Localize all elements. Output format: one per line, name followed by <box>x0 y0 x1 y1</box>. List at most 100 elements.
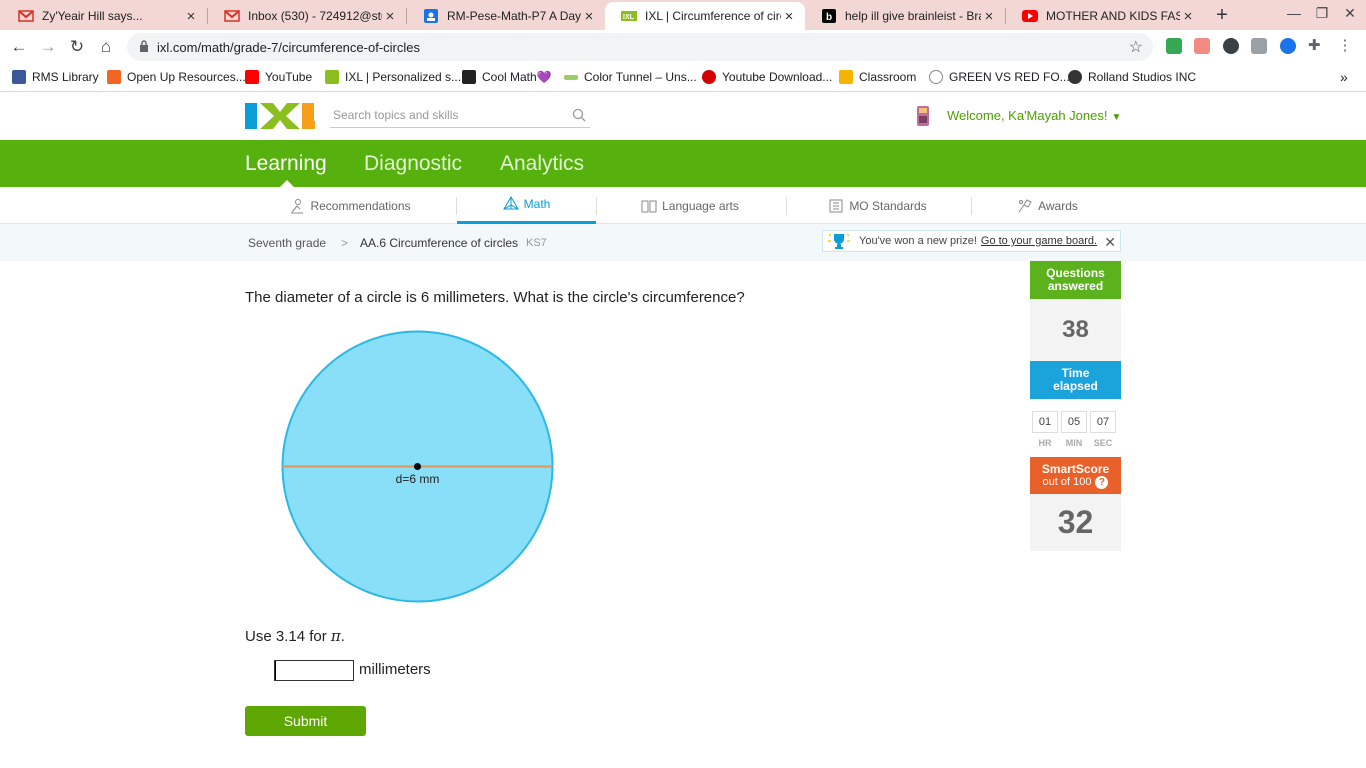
ixl-icon: IXL <box>621 8 637 24</box>
bookmark-star-icon[interactable]: ☆ <box>1129 37 1143 57</box>
circle-diagram: d=6 mm <box>281 330 554 603</box>
answer-input[interactable] <box>274 660 354 681</box>
bookmark-youtube-download[interactable]: Youtube Download... <box>702 69 832 85</box>
close-icon[interactable]: × <box>981 8 997 25</box>
pi-symbol: π <box>330 627 341 645</box>
back-arrow-icon[interactable]: ← <box>8 36 30 58</box>
subnav-mo-standards[interactable]: MO Standards <box>810 187 945 224</box>
extension-shield-icon[interactable] <box>1280 38 1296 54</box>
welcome-menu[interactable]: Welcome, Ka'Mayah Jones! ▼ <box>947 108 1121 123</box>
subnav-recommendations[interactable]: Recommendations <box>270 187 430 224</box>
ixl-logo[interactable] <box>245 103 315 129</box>
bookmarks-bar: RMS Library Open Up Resources... YouTube… <box>0 63 1366 92</box>
subnav-awards[interactable]: Awards <box>1000 187 1095 224</box>
tab-brainly[interactable]: b help ill give brainleist - Brainly × <box>805 2 1005 30</box>
bookmark-cool-math[interactable]: Cool Math💜 <box>462 69 552 85</box>
minimize-icon[interactable]: — <box>1284 5 1304 25</box>
timer-minutes: 05 <box>1061 411 1087 433</box>
bookmark-label: Youtube Download... <box>722 70 833 84</box>
tab-learning[interactable]: Learning <box>245 152 327 176</box>
bookmark-icon <box>1068 70 1082 84</box>
subnav-label: Language arts <box>662 198 739 213</box>
smartscore-header: SmartScore out of 100? <box>1030 457 1121 494</box>
bookmark-rms-library[interactable]: RMS Library <box>12 69 99 85</box>
extension-grey-icon[interactable] <box>1251 38 1267 54</box>
diameter-label: d=6 mm <box>396 472 440 486</box>
bookmark-ixl[interactable]: IXL | Personalized s... <box>325 69 461 85</box>
tab-label: IXL | Circumference of circles <box>645 9 781 23</box>
tab-label: Inbox (530) - 724912@studen <box>248 9 382 23</box>
close-icon[interactable]: × <box>183 8 199 25</box>
home-icon[interactable]: ⌂ <box>95 36 117 58</box>
tab-classroom[interactable]: RM-Pese-Math-P7 A Day: 11th × <box>407 2 605 30</box>
youtube-icon <box>1022 8 1038 24</box>
subject-nav: Recommendations Math Language arts MO St… <box>0 187 1366 224</box>
restore-icon[interactable]: ❐ <box>1312 5 1332 25</box>
tab-label: RM-Pese-Math-P7 A Day: 11th <box>447 9 581 23</box>
ixl-header: Welcome, Ka'Mayah Jones!▼ <box>0 93 1366 140</box>
welcome-text: Welcome, Ka'Mayah Jones! <box>947 108 1108 123</box>
subnav-divider <box>971 197 972 215</box>
subnav-language-arts[interactable]: Language arts <box>620 187 760 224</box>
extensions-puzzle-icon[interactable]: ✚ <box>1308 38 1324 54</box>
bookmark-rolland-studios[interactable]: Rolland Studios INC <box>1068 69 1196 85</box>
classroom-icon <box>839 70 853 84</box>
breadcrumb-grade[interactable]: Seventh grade <box>248 236 326 250</box>
bookmark-label: GREEN VS RED FO... <box>949 70 1070 84</box>
skill-code: KS7 <box>526 237 547 249</box>
timer-hours-label: HR <box>1038 438 1052 448</box>
bookmark-classroom[interactable]: Classroom <box>839 69 916 85</box>
bookmark-youtube[interactable]: YouTube <box>245 69 312 85</box>
smartscore-label: SmartScore <box>1041 461 1110 476</box>
stats-panel: Questions answered 38 Time elapsed 01 05… <box>1030 261 1121 551</box>
ixl-icon <box>325 70 339 84</box>
close-icon[interactable]: × <box>581 8 597 25</box>
tab-analytics[interactable]: Analytics <box>500 152 584 176</box>
subnav-math[interactable]: Math <box>457 187 596 224</box>
tab-label: MOTHER AND KIDS FASHION <box>1046 9 1180 23</box>
bookmark-green-vs-red[interactable]: GREEN VS RED FO... <box>929 69 1070 85</box>
tab-youtube[interactable]: MOTHER AND KIDS FASHION × <box>1006 2 1204 30</box>
tab-gmail-2[interactable]: Inbox (530) - 724912@studen × <box>208 2 406 30</box>
bookmark-label: YouTube <box>265 70 313 84</box>
subnav-divider <box>596 197 597 215</box>
tab-ixl-active[interactable]: IXL IXL | Circumference of circles × <box>605 2 805 30</box>
extension-screencast-icon[interactable] <box>1194 38 1210 54</box>
close-icon[interactable]: × <box>781 8 797 25</box>
help-icon[interactable]: ? <box>1095 475 1109 489</box>
more-bookmarks-chevron-icon[interactable]: » <box>1340 69 1348 85</box>
submit-button[interactable]: Submit <box>245 706 366 736</box>
tab-diagnostic[interactable]: Diagnostic <box>364 152 462 176</box>
timer-hours: 01 <box>1032 411 1058 433</box>
close-icon[interactable]: × <box>382 8 398 25</box>
menu-kebab-icon[interactable]: ⋮ <box>1337 38 1353 54</box>
bookmark-icon <box>107 70 121 84</box>
address-bar[interactable]: ixl.com/math/grade-7/circumference-of-ci… <box>127 33 1153 61</box>
extension-lp-icon[interactable] <box>1223 38 1239 54</box>
bookmark-icon <box>929 70 943 84</box>
avatar[interactable] <box>914 104 932 128</box>
forward-arrow-icon[interactable]: → <box>37 36 59 58</box>
close-icon[interactable]: × <box>1180 8 1196 25</box>
bookmark-open-up[interactable]: Open Up Resources... <box>107 69 246 85</box>
breadcrumb: Seventh grade > AA.6 Circumference of ci… <box>0 224 1366 261</box>
svg-text:IXL: IXL <box>623 14 635 21</box>
search-icon[interactable] <box>572 108 586 122</box>
smartscore-value: 32 <box>1030 494 1121 551</box>
timer-seconds: 07 <box>1090 411 1116 433</box>
bookmark-label: IXL | Personalized s... <box>345 70 462 84</box>
bookmark-label: Color Tunnel – Uns... <box>584 70 697 84</box>
close-icon[interactable]: ✕ <box>1104 234 1116 251</box>
extension-classroom-icon[interactable] <box>1166 38 1182 54</box>
reload-icon[interactable]: ↻ <box>66 36 88 58</box>
bookmark-color-tunnel[interactable]: Color Tunnel – Uns... <box>564 69 697 85</box>
window-close-icon[interactable]: ✕ <box>1340 5 1360 25</box>
search-input[interactable] <box>330 104 560 126</box>
questions-answered-value: 38 <box>1030 299 1121 361</box>
bookmark-label: Open Up Resources... <box>127 70 246 84</box>
game-board-link[interactable]: Go to your game board. <box>981 235 1097 247</box>
timer-minutes-label: MIN <box>1065 438 1083 448</box>
tab-gmail-1[interactable]: Zy'Yeair Hill says... × <box>2 2 207 30</box>
bookmark-icon <box>564 74 578 80</box>
new-tab-button[interactable]: + <box>1212 5 1232 25</box>
